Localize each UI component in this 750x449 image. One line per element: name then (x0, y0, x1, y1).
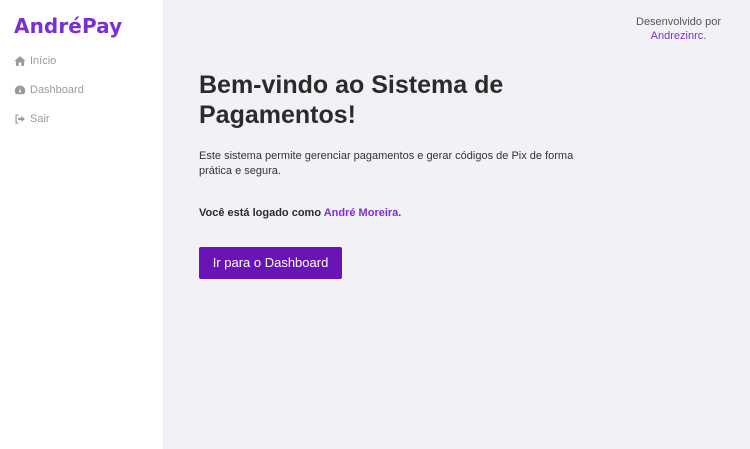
sign-out-icon (15, 114, 25, 123)
welcome-section: Bem-vindo ao Sistema de Pagamentos! Este… (199, 70, 579, 279)
sidebar-item-inicio[interactable]: Início (14, 46, 163, 75)
page-description: Este sistema permite gerenciar pagamento… (199, 150, 574, 177)
app: AndréPay Início Dashboard Sair Desenvolv… (0, 0, 750, 449)
brand-logo[interactable]: AndréPay (14, 14, 163, 38)
dashboard-button[interactable]: Ir para o Dashboard (199, 247, 342, 279)
sidebar-item-label: Início (30, 54, 57, 67)
gauge-icon (14, 85, 26, 94)
sidebar-item-label: Dashboard (30, 83, 84, 96)
credits-label: Desenvolvido por (636, 16, 721, 28)
sidebar: AndréPay Início Dashboard Sair (0, 0, 163, 449)
logged-status: Você está logado como André Moreira. (199, 207, 579, 219)
page-title: Bem-vindo ao Sistema de Pagamentos! (199, 71, 504, 129)
home-icon (14, 55, 26, 66)
main-content: Desenvolvido por Andrezinrc. Bem-vindo a… (163, 0, 750, 449)
logged-prefix: Você está logado como (199, 207, 322, 219)
logged-user: André Moreira. (323, 207, 402, 219)
sidebar-item-dashboard[interactable]: Dashboard (14, 75, 163, 104)
sidebar-item-label: Sair (30, 112, 50, 125)
credits: Desenvolvido por Andrezinrc. (636, 15, 721, 43)
author-link[interactable]: Andrezinrc. (636, 29, 721, 43)
sidebar-item-sair[interactable]: Sair (14, 104, 163, 133)
